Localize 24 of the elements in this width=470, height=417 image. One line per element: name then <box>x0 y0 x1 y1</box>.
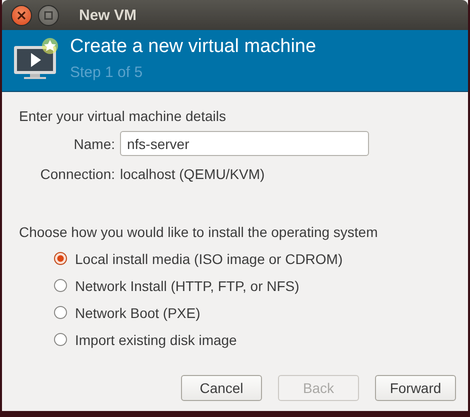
cancel-button[interactable]: Cancel <box>181 375 262 401</box>
radio-label[interactable]: Import existing disk image <box>75 332 237 348</box>
radio-button[interactable] <box>54 306 67 319</box>
radio-button[interactable] <box>54 333 67 346</box>
forward-button[interactable]: Forward <box>375 375 456 401</box>
radio-label[interactable]: Local install media (ISO image or CDROM) <box>75 250 343 266</box>
close-icon <box>17 10 26 20</box>
maximize-button[interactable] <box>38 4 59 26</box>
radio-label[interactable]: Network Boot (PXE) <box>75 304 200 320</box>
section-heading: Enter your virtual machine details <box>19 108 227 124</box>
section-heading: Choose how you would like to install the operating system <box>19 224 379 240</box>
radio-button[interactable] <box>54 252 67 265</box>
close-button[interactable] <box>11 4 32 26</box>
name-label: Name: <box>72 136 115 152</box>
connection-label: Connection: <box>39 166 115 182</box>
monitor-icon <box>12 38 58 80</box>
connection-value: localhost (QEMU/KVM) <box>120 166 266 182</box>
maximize-icon <box>44 10 53 20</box>
wizard-title: Create a new virtual machine <box>70 36 316 58</box>
name-field[interactable]: nfs-server <box>120 131 369 156</box>
radio-label[interactable]: Network Install (HTTP, FTP, or NFS) <box>75 278 300 294</box>
radio-button[interactable] <box>54 279 67 292</box>
step-indicator: Step 1 of 5 <box>70 64 144 81</box>
window-title: New VM <box>79 6 137 24</box>
